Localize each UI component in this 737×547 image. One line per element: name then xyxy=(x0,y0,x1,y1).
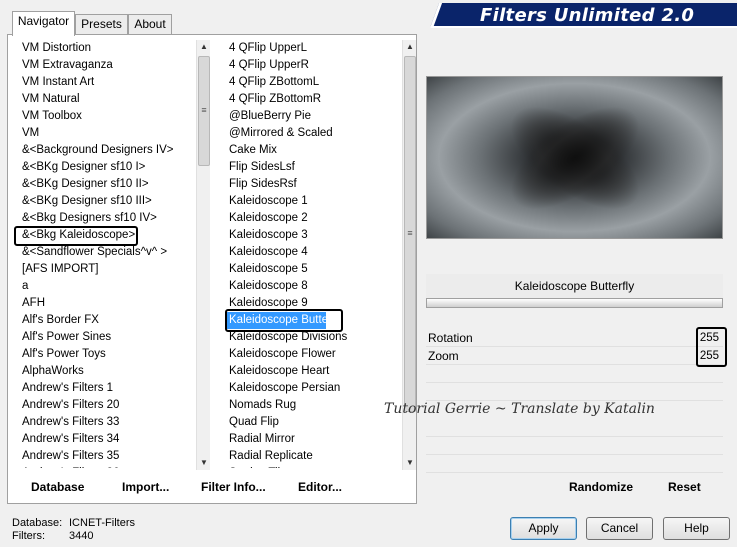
filter-list-item[interactable]: Nomads Rug xyxy=(227,397,402,414)
reset-button[interactable]: Reset xyxy=(668,480,701,494)
filter-list-item[interactable]: Kaleidoscope 2 xyxy=(227,210,402,227)
param-row-empty xyxy=(426,455,723,473)
filter-list-item[interactable]: @BlueBerry Pie xyxy=(227,108,402,125)
preview-image xyxy=(426,76,723,239)
filter-list-item[interactable]: 4 QFlip UpperR xyxy=(227,57,402,74)
category-list-item[interactable]: &<BKg Designer sf10 III> xyxy=(20,193,195,210)
category-list-item[interactable]: VM xyxy=(20,125,195,142)
filter-list-item[interactable]: Flip SidesRsf xyxy=(227,176,402,193)
param-values-highlight-box xyxy=(696,327,727,367)
category-list-item[interactable]: VM Toolbox xyxy=(20,108,195,125)
cancel-button[interactable]: Cancel xyxy=(586,517,653,540)
filters-count: 3440 xyxy=(69,530,94,542)
category-list[interactable]: VM Distortion VM Extravaganza VM Instant A… xyxy=(20,40,195,468)
param-name: Zoom xyxy=(428,349,459,363)
tab-presets[interactable]: Presets xyxy=(75,14,128,35)
filters-label: Filters: xyxy=(12,530,45,542)
category-list-item[interactable]: &<Sandflower Specials^v^ > xyxy=(20,244,195,261)
category-list-item[interactable]: VM Extravaganza xyxy=(20,57,195,74)
watermark-text: Tutorial Gerrie ~ Translate by Katalin xyxy=(384,401,655,417)
category-list-item[interactable]: &<Bkg Designers sf10 IV> xyxy=(20,210,195,227)
category-list-item[interactable]: AFH xyxy=(20,295,195,312)
param-name: Rotation xyxy=(428,331,473,345)
filter-list-item[interactable]: Cake Mix xyxy=(227,142,402,159)
category-list-item[interactable]: &<Background Designers IV> xyxy=(20,142,195,159)
scroll-thumb[interactable]: ≡ xyxy=(404,56,416,412)
category-list-item[interactable]: AlphaWorks xyxy=(20,363,195,380)
category-highlight-box xyxy=(14,226,138,246)
filter-list-item[interactable]: Flip SidesLsf xyxy=(227,159,402,176)
scroll-down-icon[interactable]: ▼ xyxy=(403,456,417,470)
filter-list-item[interactable]: @Mirrored & Scaled xyxy=(227,125,402,142)
filter-list-item[interactable]: Radial Replicate xyxy=(227,448,402,465)
category-list-item[interactable]: Andrew's Filters 36 xyxy=(20,465,195,468)
filter-list-item[interactable]: Kaleidoscope 4 xyxy=(227,244,402,261)
scroll-up-icon[interactable]: ▲ xyxy=(197,40,211,54)
category-list-item[interactable]: VM Distortion xyxy=(20,40,195,57)
filter-list[interactable]: 4 QFlip UpperL 4 QFlip UpperR 4 QFlip ZBot… xyxy=(227,40,402,468)
editor-button[interactable]: Editor... xyxy=(298,480,342,494)
filter-list-item[interactable]: Kaleidoscope Heart xyxy=(227,363,402,380)
param-row-empty xyxy=(426,365,723,383)
filter-info-button[interactable]: Filter Info... xyxy=(201,480,266,494)
category-list-item[interactable]: a xyxy=(20,278,195,295)
database-value: ICNET-Filters xyxy=(69,517,135,529)
category-list-item[interactable]: Alf's Border FX xyxy=(20,312,195,329)
filter-list-item[interactable]: Kaleidoscope Persian xyxy=(227,380,402,397)
database-button[interactable]: Database xyxy=(31,480,84,494)
category-list-item[interactable]: Andrew's Filters 33 xyxy=(20,414,195,431)
category-list-item[interactable]: VM Natural xyxy=(20,91,195,108)
scroll-up-icon[interactable]: ▲ xyxy=(403,40,417,54)
filter-list-item[interactable]: Kaleidoscope Flower xyxy=(227,346,402,363)
category-list-item[interactable]: &<BKg Designer sf10 I> xyxy=(20,159,195,176)
filter-list-item[interactable]: Radial Mirror xyxy=(227,431,402,448)
filter-list-item[interactable]: Kaleidoscope 8 xyxy=(227,278,402,295)
category-list-item[interactable]: Andrew's Filters 35 xyxy=(20,448,195,465)
help-button[interactable]: Help xyxy=(663,517,730,540)
randomize-button[interactable]: Randomize xyxy=(569,480,633,494)
category-scrollbar[interactable]: ▲ ≡ ▼ xyxy=(196,40,210,470)
database-label: Database: xyxy=(12,517,63,529)
scroll-thumb[interactable]: ≡ xyxy=(198,56,210,166)
filter-list-item[interactable]: 4 QFlip ZBottomR xyxy=(227,91,402,108)
tab-navigator[interactable]: Navigator xyxy=(12,11,75,36)
category-list-item[interactable]: &<BKg Designer sf10 II> xyxy=(20,176,195,193)
filter-name-label: Kaleidoscope Butterfly xyxy=(426,274,723,298)
category-list-item[interactable]: Alf's Power Sines xyxy=(20,329,195,346)
param-row-empty xyxy=(426,419,723,437)
filter-list-item[interactable]: Sorting Tiles xyxy=(227,465,402,468)
tab-about[interactable]: About xyxy=(128,14,172,35)
filter-list-item[interactable]: 4 QFlip UpperL xyxy=(227,40,402,57)
apply-button[interactable]: Apply xyxy=(510,517,577,540)
category-list-item[interactable]: Andrew's Filters 34 xyxy=(20,431,195,448)
scroll-down-icon[interactable]: ▼ xyxy=(197,456,211,470)
category-list-item[interactable]: Andrew's Filters 1 xyxy=(20,380,195,397)
category-list-item[interactable]: VM Instant Art xyxy=(20,74,195,91)
filter-list-item[interactable]: Kaleidoscope 3 xyxy=(227,227,402,244)
filter-list-item[interactable]: Kaleidoscope 1 xyxy=(227,193,402,210)
filter-list-item[interactable]: Quad Flip xyxy=(227,414,402,431)
param-row-zoom[interactable]: Zoom 255 xyxy=(426,347,723,365)
filter-list-item[interactable]: Kaleidoscope 5 xyxy=(227,261,402,278)
category-list-item[interactable]: [AFS IMPORT] xyxy=(20,261,195,278)
category-list-item[interactable]: Alf's Power Toys xyxy=(20,346,195,363)
param-row-rotation[interactable]: Rotation 255 xyxy=(426,329,723,347)
param-row-empty xyxy=(426,383,723,401)
preview-slider[interactable] xyxy=(426,298,723,308)
app-title: Filters Unlimited 2.0 xyxy=(480,5,695,26)
filter-highlight-box xyxy=(225,309,343,332)
filter-list-item[interactable]: 4 QFlip ZBottomL xyxy=(227,74,402,91)
param-row-empty xyxy=(426,437,723,455)
import-button[interactable]: Import... xyxy=(122,480,169,494)
category-list-item[interactable]: Andrew's Filters 20 xyxy=(20,397,195,414)
